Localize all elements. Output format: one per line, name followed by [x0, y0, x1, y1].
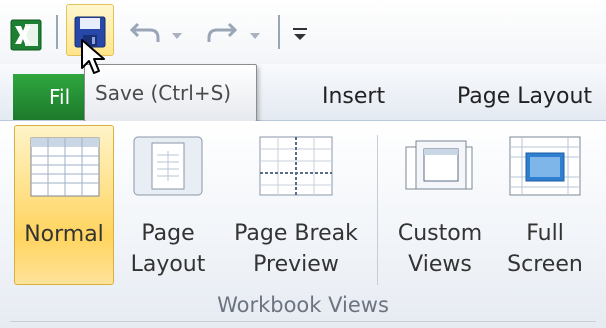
page-break-preview-button[interactable]: Page Break Preview	[222, 125, 370, 285]
page-break-icon	[259, 136, 333, 196]
toolbar-separator	[278, 15, 280, 49]
normal-view-button[interactable]: Normal	[14, 125, 114, 285]
tab-insert[interactable]: Insert	[322, 74, 385, 120]
excel-icon[interactable]	[10, 19, 42, 51]
workbook-views-group: Normal Page Layout Page Break Preview Cu…	[0, 121, 606, 328]
redo-icon[interactable]	[205, 18, 237, 44]
custom-views-button[interactable]: Custom Views	[384, 125, 496, 285]
custom-views-label: Custom Views	[397, 221, 483, 277]
toolbar-separator	[56, 15, 58, 49]
full-screen-icon	[509, 136, 581, 196]
tab-page-layout[interactable]: Page Layout	[457, 74, 592, 120]
page-layout-view-button[interactable]: Page Layout	[120, 125, 216, 285]
undo-icon[interactable]	[130, 18, 162, 44]
full-screen-label: Full Screen	[507, 221, 583, 277]
save-tooltip: Save (Ctrl+S)	[84, 64, 257, 122]
full-screen-button[interactable]: Full Screen	[500, 125, 590, 285]
group-divider	[10, 321, 596, 322]
undo-dropdown-icon[interactable]	[172, 33, 182, 39]
custom-views-icon	[405, 140, 473, 190]
page-layout-icon	[133, 136, 203, 196]
normal-view-icon	[30, 137, 100, 197]
group-label: Workbook Views	[217, 293, 389, 317]
redo-dropdown-icon[interactable]	[250, 33, 260, 39]
mouse-cursor-icon	[81, 39, 105, 74]
customize-toolbar-icon[interactable]	[292, 26, 308, 42]
normal-view-label: Normal	[24, 222, 104, 247]
page-layout-label: Page Layout	[130, 221, 206, 277]
group-separator	[377, 135, 378, 285]
page-break-preview-label: Page Break Preview	[234, 221, 358, 277]
